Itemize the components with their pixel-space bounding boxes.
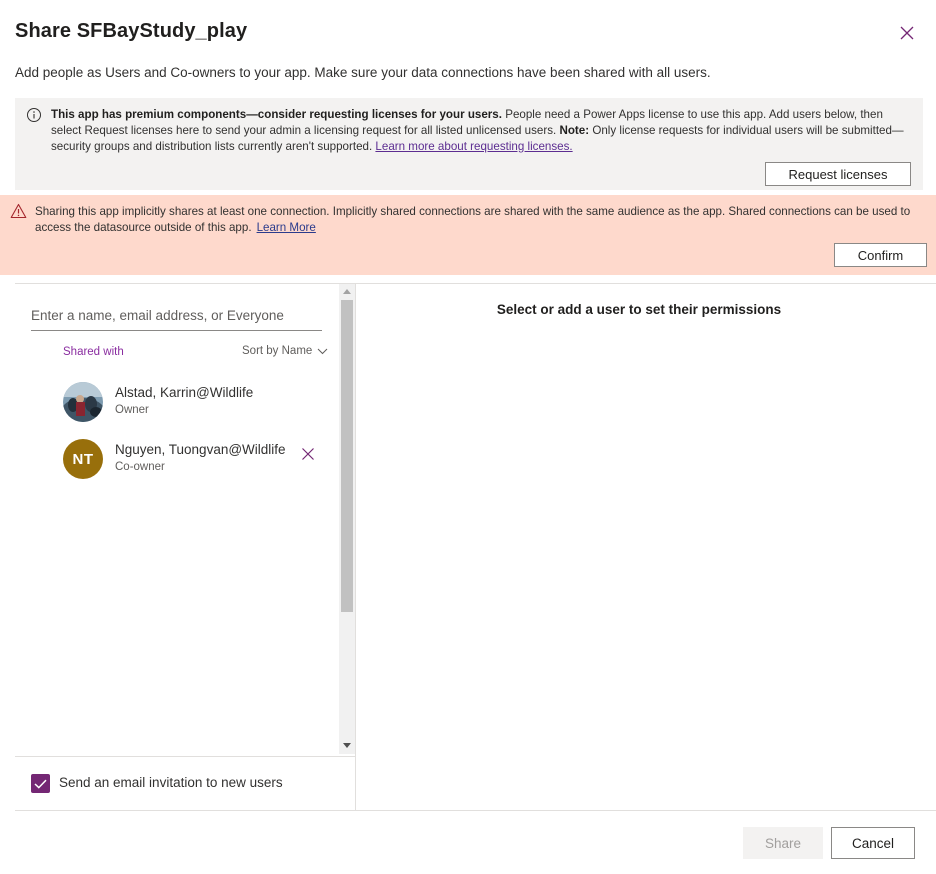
sort-by-dropdown[interactable]: Sort by Name [242,345,328,357]
footer-divider [15,810,936,811]
request-licenses-button[interactable]: Request licenses [765,162,911,186]
user-name: Nguyen, Tuongvan@Wildlife [115,442,286,457]
shared-with-header: Shared with [63,346,124,358]
scrollbar[interactable] [339,284,355,754]
learn-more-licenses-link[interactable]: Learn more about requesting licenses. [375,140,572,153]
close-icon [900,26,914,40]
confirm-button[interactable]: Confirm [834,243,927,267]
avatar [63,382,103,422]
license-note-label: Note: [559,124,590,137]
avatar: NT [63,439,103,479]
close-button[interactable] [896,22,918,44]
dialog-title: Share SFBayStudy_play [15,20,248,42]
email-invite-label: Send an email invitation to new users [59,775,283,790]
scroll-up-arrow-icon[interactable] [343,289,351,294]
chevron-down-icon [317,348,328,354]
scroll-thumb[interactable] [341,300,353,612]
panel-divider [355,284,356,810]
connection-warning: Sharing this app implicitly shares at le… [0,195,936,275]
warning-icon [10,203,27,219]
list-item[interactable]: Alstad, Karrin@Wildlife Owner [63,382,333,424]
license-notice-heading: This app has premium components—consider… [51,108,502,121]
cancel-button[interactable]: Cancel [831,827,915,859]
scroll-down-arrow-icon[interactable] [343,743,351,748]
permissions-placeholder: Select or add a user to set their permis… [496,302,782,317]
license-notice-text: This app has premium components—consider… [51,107,906,155]
user-role: Co-owner [115,461,165,473]
close-icon[interactable] [301,447,315,461]
warning-body: Sharing this app implicitly shares at le… [35,205,911,234]
dialog-subtitle: Add people as Users and Co-owners to you… [15,65,711,80]
list-item[interactable]: NT Nguyen, Tuongvan@Wildlife Co-owner [63,439,333,481]
share-button[interactable]: Share [743,827,823,859]
shared-users-panel: Shared with Sort by Name Alstad, Karrin@… [15,284,355,756]
search-input[interactable] [31,303,322,331]
info-icon [27,108,41,122]
user-role: Owner [115,404,149,416]
user-name: Alstad, Karrin@Wildlife [115,385,254,400]
learn-more-link[interactable]: Learn More [257,221,316,234]
connection-warning-text: Sharing this app implicitly shares at le… [35,204,925,236]
sort-by-label: Sort by Name [242,345,313,357]
email-invite-checkbox[interactable] [31,774,50,793]
divider [15,756,355,757]
avatar-photo-image [63,382,103,422]
checkmark-icon [34,779,47,789]
license-notice: This app has premium components—consider… [15,98,923,190]
